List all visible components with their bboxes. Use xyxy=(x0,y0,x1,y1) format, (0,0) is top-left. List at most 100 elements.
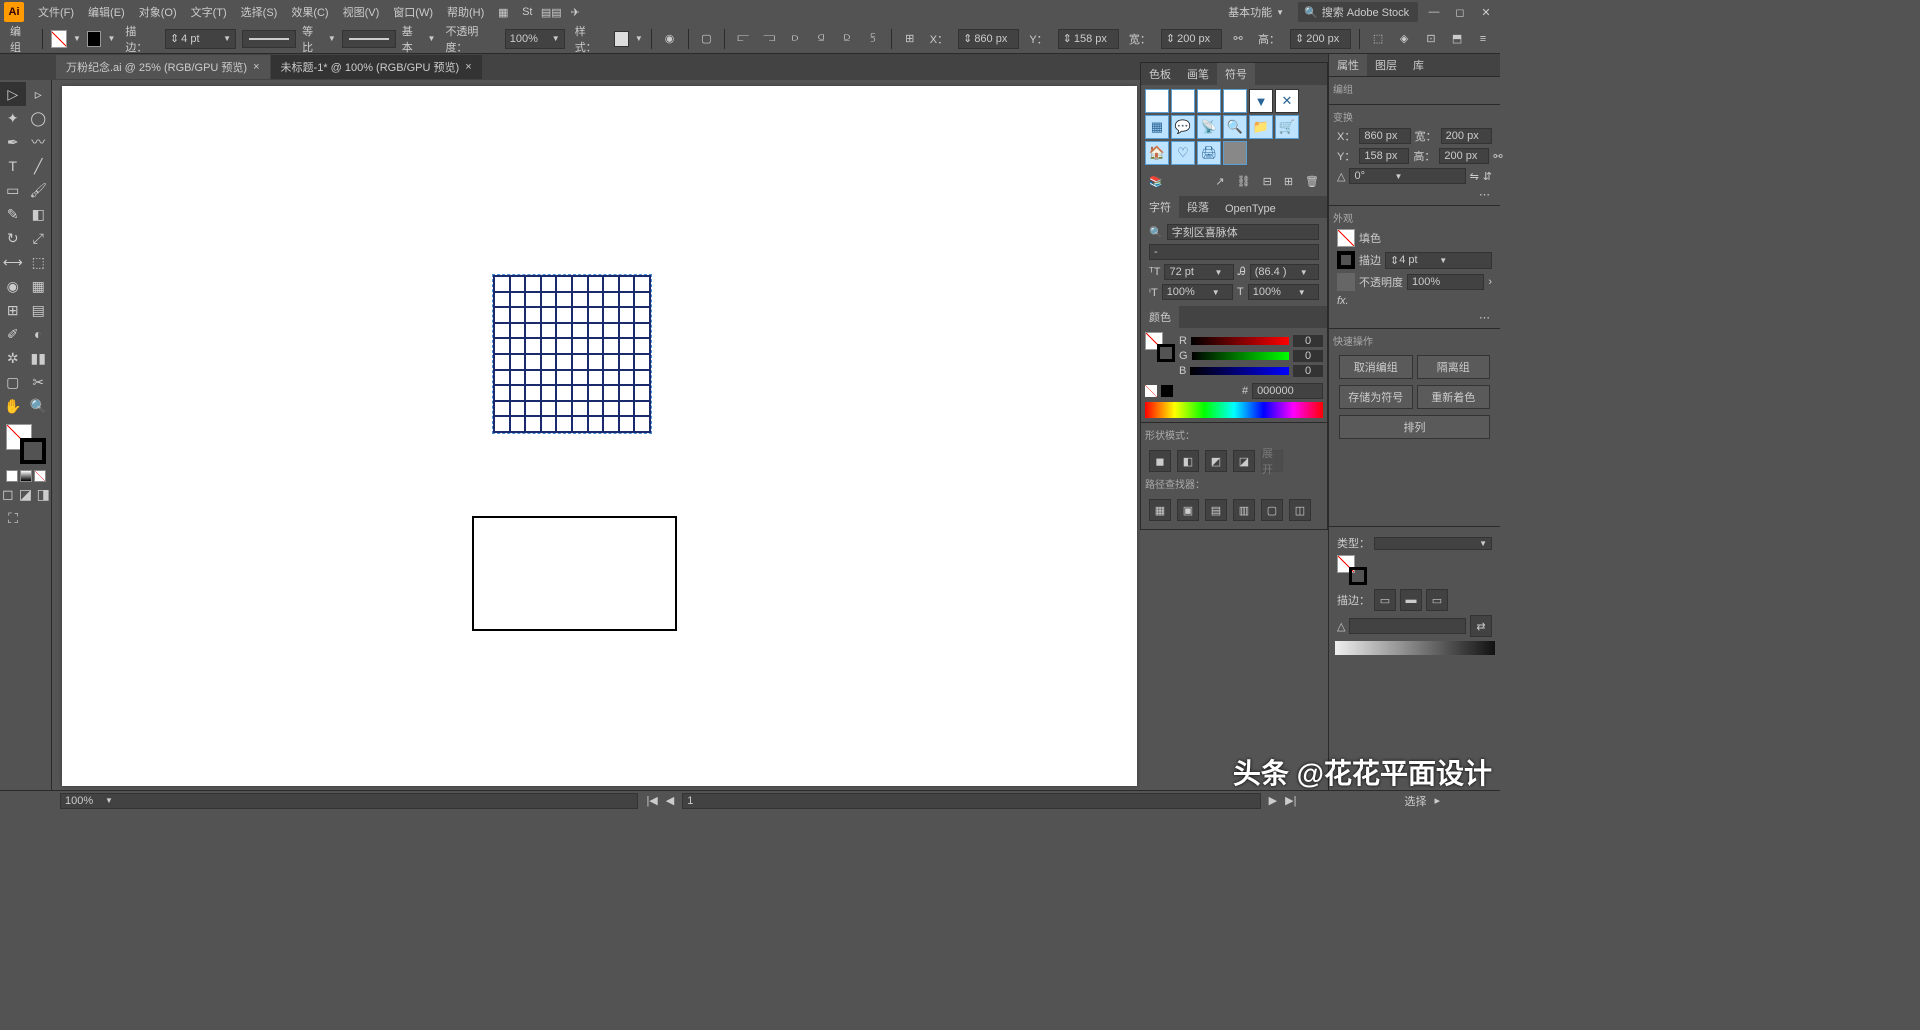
tab-brushes[interactable]: 画笔 xyxy=(1179,63,1217,85)
document-tab[interactable]: 万粉纪念.ai @ 25% (RGB/GPU 预览) × xyxy=(56,55,270,79)
minus-back-icon[interactable]: ◫ xyxy=(1289,499,1311,521)
font-family-input[interactable] xyxy=(1172,226,1314,238)
fill-swatch[interactable] xyxy=(1337,229,1355,247)
align-right-icon[interactable]: ⫐ xyxy=(785,28,805,50)
prop-stroke-input[interactable] xyxy=(1399,254,1439,266)
paintbrush-tool[interactable]: 🖌 xyxy=(26,178,52,202)
lasso-tool[interactable]: ◯ xyxy=(26,106,52,130)
more-options-icon[interactable]: ⋯ xyxy=(1479,189,1490,201)
symbol-favorite-icon[interactable]: ♡ xyxy=(1171,141,1195,165)
isolate-mode-icon[interactable]: ⊡ xyxy=(1420,28,1442,50)
menu-help[interactable]: 帮助(H) xyxy=(441,2,490,22)
stock-icon[interactable]: St xyxy=(516,1,538,23)
shaper-tool[interactable]: ✎ xyxy=(0,202,26,226)
tab-libraries[interactable]: 库 xyxy=(1405,54,1432,76)
blend-tool[interactable]: ◐ xyxy=(26,322,52,346)
eyedropper-tool[interactable]: ✐ xyxy=(0,322,26,346)
symbol-cart-icon[interactable]: 🛒 xyxy=(1275,115,1299,139)
prop-h-input[interactable] xyxy=(1444,150,1484,162)
intersect-icon[interactable]: ◩ xyxy=(1205,450,1227,472)
blue-slider[interactable] xyxy=(1190,367,1289,375)
menu-type[interactable]: 文字(T) xyxy=(185,2,233,22)
rotate-tool[interactable]: ↻ xyxy=(0,226,26,250)
stroke-swatch-large[interactable] xyxy=(20,438,46,464)
black-swatch-icon[interactable] xyxy=(1161,385,1173,397)
draw-inside-icon[interactable]: ◨ xyxy=(35,486,51,502)
tab-paragraph[interactable]: 段落 xyxy=(1179,196,1217,218)
exclude-icon[interactable]: ◪ xyxy=(1233,450,1255,472)
symbol-sprayer-tool[interactable]: ✲ xyxy=(0,346,26,370)
zoom-tool[interactable]: 🔍 xyxy=(26,394,52,418)
leading-input[interactable] xyxy=(1255,266,1300,278)
none-mode-icon[interactable] xyxy=(34,470,46,482)
nav-next-icon[interactable]: ▶ xyxy=(1269,794,1277,807)
panel-menu-icon[interactable]: ≡ xyxy=(1472,28,1494,50)
color-spectrum[interactable] xyxy=(1145,402,1323,418)
symbol-item[interactable] xyxy=(1145,89,1169,113)
selection-tool[interactable]: ▷ xyxy=(0,82,26,106)
fill-swatch[interactable] xyxy=(51,30,67,48)
font-size-input[interactable] xyxy=(1169,266,1214,278)
workspace-switcher[interactable]: 基本功能 ▼ xyxy=(1220,2,1292,22)
nav-first-icon[interactable]: |◀ xyxy=(646,794,657,807)
symbol-folder-icon[interactable]: 📁 xyxy=(1249,115,1273,139)
search-stock-input[interactable]: 🔍 搜索 Adobe Stock xyxy=(1298,2,1418,22)
fx-icon[interactable]: fx. xyxy=(1337,295,1349,307)
symbol-blank[interactable] xyxy=(1223,141,1247,165)
prop-angle-input[interactable] xyxy=(1354,170,1394,182)
delete-symbol-icon[interactable]: 🗑 xyxy=(1305,175,1319,188)
hex-input[interactable] xyxy=(1257,385,1297,397)
green-value[interactable]: 0 xyxy=(1293,350,1323,362)
transform-anchor-icon[interactable]: ⊞ xyxy=(900,28,920,50)
screen-mode-icon[interactable]: ⛶ xyxy=(0,506,26,530)
trim-icon[interactable]: ▣ xyxy=(1177,499,1199,521)
tab-symbols[interactable]: 符号 xyxy=(1217,63,1255,85)
stroke-swatch-icon[interactable] xyxy=(1157,344,1175,362)
stroke-swatch[interactable] xyxy=(1337,251,1355,269)
recolor-button[interactable]: 重新着色 xyxy=(1417,385,1491,409)
transform-panel-icon[interactable]: ◈ xyxy=(1394,28,1414,50)
symbol-calendar-icon[interactable]: ▦ xyxy=(1145,115,1169,139)
rectangle-object[interactable] xyxy=(472,516,677,631)
symbol-dropdown[interactable]: ▼ xyxy=(1249,89,1273,113)
tab-color[interactable]: 颜色 xyxy=(1141,306,1179,328)
green-slider[interactable] xyxy=(1192,352,1289,360)
stroke-align-2-icon[interactable]: ▬ xyxy=(1400,589,1422,611)
direct-selection-tool[interactable]: ▹ xyxy=(26,82,52,106)
bridge-icon[interactable]: ▦ xyxy=(492,1,514,23)
prop-x-input[interactable] xyxy=(1364,130,1404,142)
link-wh-icon[interactable]: ⚯ xyxy=(1228,28,1248,50)
close-icon[interactable]: × xyxy=(465,61,471,73)
minus-front-icon[interactable]: ◧ xyxy=(1177,450,1199,472)
minimize-button[interactable]: — xyxy=(1424,4,1444,20)
new-symbol-icon[interactable]: ⊞ xyxy=(1284,175,1293,188)
chevron-right-icon[interactable]: ▸ xyxy=(1434,794,1440,807)
align-left-icon[interactable]: ⫍ xyxy=(733,28,753,50)
more-options-icon[interactable]: ⋯ xyxy=(1479,312,1490,324)
prop-opacity-input[interactable] xyxy=(1412,276,1452,288)
maximize-button[interactable]: ◻ xyxy=(1450,4,1470,20)
symbol-home-icon[interactable]: 🏠 xyxy=(1145,141,1169,165)
symbol-none[interactable]: ✕ xyxy=(1275,89,1299,113)
vscale-input[interactable] xyxy=(1167,286,1212,298)
rectangle-tool[interactable]: ▭ xyxy=(0,178,26,202)
menu-select[interactable]: 选择(S) xyxy=(235,2,284,22)
menu-view[interactable]: 视图(V) xyxy=(337,2,386,22)
gradient-preview[interactable] xyxy=(1335,641,1495,655)
menu-file[interactable]: 文件(F) xyxy=(32,2,80,22)
gradient-tool[interactable]: ▤ xyxy=(26,298,52,322)
stroke-align-3-icon[interactable]: ▭ xyxy=(1426,589,1448,611)
x-input[interactable]: ⇕ xyxy=(958,29,1019,49)
nav-last-icon[interactable]: ▶| xyxy=(1285,794,1296,807)
reverse-grad-icon[interactable]: ⇄ xyxy=(1470,615,1492,637)
close-icon[interactable]: × xyxy=(253,61,259,73)
merge-icon[interactable]: ▤ xyxy=(1205,499,1227,521)
arrange-docs-icon[interactable]: ▤▤ xyxy=(540,1,562,23)
fill-stroke-control[interactable] xyxy=(6,424,46,464)
mesh-tool[interactable]: ⊞ xyxy=(0,298,26,322)
stroke-align-1-icon[interactable]: ▭ xyxy=(1374,589,1396,611)
place-symbol-icon[interactable]: ↗ xyxy=(1215,175,1224,188)
document-tab[interactable]: 未标题-1* @ 100% (RGB/GPU 预览) × xyxy=(271,55,482,79)
eraser-tool[interactable]: ◧ xyxy=(26,202,52,226)
outline-icon[interactable]: ▢ xyxy=(1261,499,1283,521)
